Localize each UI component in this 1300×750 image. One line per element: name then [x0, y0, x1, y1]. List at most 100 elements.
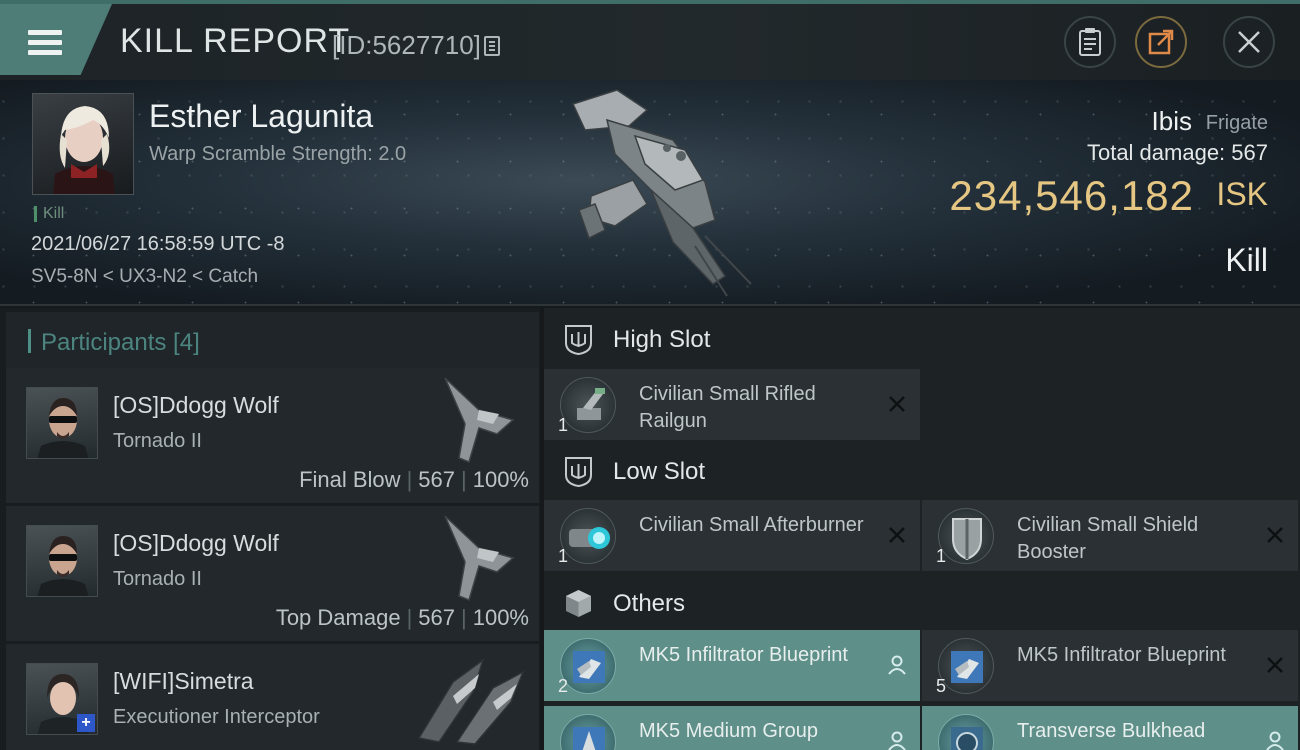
bulkhead-icon — [938, 714, 994, 750]
fitting-item[interactable]: 5 MK5 Infiltrator Blueprint — [922, 630, 1298, 701]
top-bar: KILL REPORT [ID:5627710] — [0, 0, 1300, 80]
item-name: Civilian Small Afterburner — [639, 514, 864, 536]
kill-datetime: 2021/06/27 16:58:59 UTC -8 — [31, 233, 285, 255]
afterburner-icon — [560, 508, 616, 564]
participant-ship-image[interactable] — [439, 374, 519, 466]
item-quantity: 1 — [936, 546, 947, 566]
x-icon — [889, 396, 905, 412]
others-title: Others — [613, 590, 686, 617]
participant-percent: 100% — [472, 467, 529, 492]
character-avatar-icon — [37, 536, 89, 596]
participant-name[interactable]: [OS]Ddogg Wolf — [113, 392, 279, 419]
participant-role: Top Damage — [275, 605, 401, 630]
fitting-item[interactable]: MK5 Medium Group — [544, 706, 920, 750]
slot-trident-icon — [565, 457, 592, 488]
clipboard-icon — [1079, 28, 1101, 56]
copy-id-icon[interactable] — [484, 36, 500, 56]
slot-trident-icon — [565, 325, 592, 356]
x-icon — [1267, 657, 1283, 673]
participant-damage: 567 — [418, 605, 455, 630]
blueprint-icon — [938, 638, 994, 694]
report-button[interactable] — [1064, 16, 1116, 68]
item-quantity: 2 — [558, 676, 569, 696]
total-damage: Total damage: 567 — [1086, 140, 1268, 165]
kill-location[interactable]: SV5-8N < UX3-N2 < Catch — [31, 266, 258, 288]
participant-ship-image[interactable] — [439, 512, 519, 604]
item-name: Transverse Bulkhead — [1017, 720, 1206, 742]
item-name: Civilian Small Rifled Railgun — [639, 383, 816, 432]
participant-name[interactable]: [OS]Ddogg Wolf — [113, 530, 279, 557]
participant-avatar[interactable] — [26, 387, 98, 459]
close-icon — [1238, 31, 1260, 53]
warp-scramble-strength: Warp Scramble Strength: 2.0 — [149, 143, 407, 165]
participant-ship: Executioner Interceptor — [113, 706, 320, 728]
participants-title: Participants [4] — [41, 329, 200, 356]
fitting-item[interactable]: 1 Civilian Small Rifled Railgun — [544, 369, 920, 440]
report-id: [ID:5627710] — [332, 30, 481, 60]
plus-badge-icon: + — [77, 714, 95, 732]
item-name: Civilian Small Shield Booster — [1017, 514, 1199, 563]
item-quantity: 5 — [936, 676, 947, 696]
participant-percent: 100% — [472, 605, 529, 630]
medium-group-icon — [560, 714, 616, 750]
victim-name[interactable]: Esther Lagunita — [149, 98, 373, 135]
fittings-panel: High Slot 1 Civilian Small Rifled Railgu… — [544, 308, 1300, 750]
low-slot-title: Low Slot — [613, 458, 706, 485]
high-slot-header: High Slot — [544, 308, 1300, 370]
blueprint-icon — [560, 638, 616, 694]
x-icon — [889, 527, 905, 543]
participant-ship-image[interactable] — [413, 652, 531, 746]
victim-ship-name: Ibis — [1151, 106, 1192, 136]
participant-stats: Final Blow | 567 | 100% — [299, 467, 529, 492]
participants-panel: Participants [4] [OS]Ddogg Wolf Tornado … — [0, 308, 540, 750]
participant-name[interactable]: [WIFI]Simetra — [113, 668, 254, 695]
person-icon — [888, 731, 906, 750]
participant-row[interactable]: + [WIFI]Simetra Executioner Interceptor — [6, 644, 539, 750]
close-button[interactable] — [1223, 16, 1275, 68]
kill-tag: Kill — [34, 206, 64, 222]
high-slot-title: High Slot — [613, 326, 711, 353]
fitting-item[interactable]: 1 Civilian Small Afterburner — [544, 500, 920, 571]
participant-row[interactable]: [OS]Ddogg Wolf Tornado II Top Damage | 567… — [6, 506, 539, 641]
participant-row[interactable]: [OS]Ddogg Wolf Tornado II Final Blow | 567… — [6, 368, 539, 503]
menu-button[interactable] — [0, 4, 112, 75]
result-label: Kill — [1225, 242, 1268, 278]
cube-icon — [566, 590, 591, 617]
x-icon — [1267, 527, 1283, 543]
participants-header: Participants [4] — [6, 312, 539, 369]
top-accent-line — [0, 0, 1300, 4]
participant-stats: Top Damage | 567 | 100% — [275, 605, 529, 630]
victim-header: Esther Lagunita Warp Scramble Strength: … — [0, 80, 1300, 306]
fitting-item[interactable]: 1 Civilian Small Shield Booster — [922, 500, 1298, 571]
participants-header-bar — [28, 329, 31, 353]
victim-ship-class: Frigate — [1205, 112, 1268, 134]
hamburger-icon[interactable] — [28, 30, 62, 55]
item-quantity: 1 — [558, 415, 569, 435]
railgun-icon — [560, 377, 616, 433]
isk-label: ISK — [1216, 176, 1268, 212]
participant-avatar[interactable] — [26, 525, 98, 597]
participant-avatar[interactable]: + — [26, 663, 98, 735]
fitting-item[interactable]: Transverse Bulkhead — [922, 706, 1298, 750]
participant-role: Final Blow — [299, 467, 401, 492]
participant-ship: Tornado II — [113, 430, 202, 452]
item-name: MK5 Infiltrator Blueprint — [639, 644, 848, 666]
item-name: MK5 Medium Group — [639, 720, 818, 742]
participant-ship: Tornado II — [113, 568, 202, 590]
fitting-item[interactable]: 2 MK5 Infiltrator Blueprint — [544, 630, 920, 701]
person-icon — [888, 655, 906, 675]
others-header: Others — [544, 572, 1300, 634]
low-slot-header: Low Slot — [544, 440, 1300, 502]
page-title: KILL REPORT — [120, 22, 351, 60]
item-name: MK5 Infiltrator Blueprint — [1017, 644, 1226, 666]
character-avatar-icon — [53, 106, 115, 194]
share-icon — [1148, 29, 1174, 55]
victim-portrait[interactable] — [32, 93, 134, 195]
person-icon — [1266, 731, 1284, 750]
share-button[interactable] — [1135, 16, 1187, 68]
victim-ship-image[interactable] — [555, 86, 765, 300]
participant-damage: 567 — [418, 467, 455, 492]
character-avatar-icon — [37, 398, 89, 458]
item-quantity: 1 — [558, 546, 569, 566]
isk-value: 234,546,182 — [949, 172, 1194, 219]
